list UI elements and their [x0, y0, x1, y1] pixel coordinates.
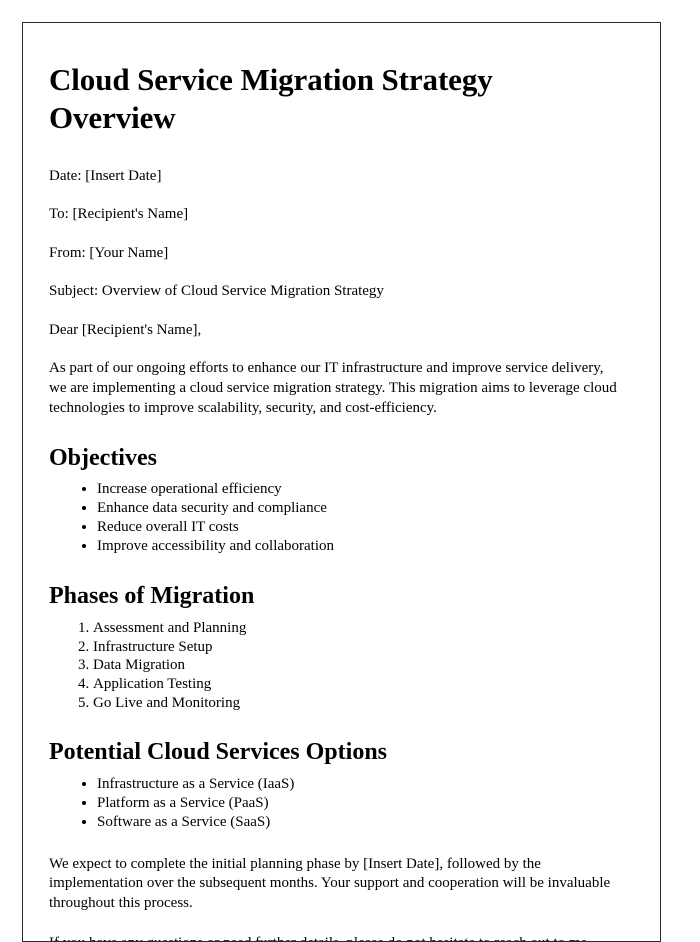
- list-item: Platform as a Service (PaaS): [97, 794, 630, 813]
- document-page: Cloud Service Migration Strategy Overvie…: [22, 22, 661, 942]
- list-item: Increase operational efficiency: [97, 480, 630, 499]
- list-item: Reduce overall IT costs: [97, 518, 630, 537]
- phases-list: Assessment and Planning Infrastructure S…: [49, 619, 630, 713]
- list-item: Data Migration: [93, 656, 630, 675]
- list-item: Improve accessibility and collaboration: [97, 537, 630, 556]
- list-item: Software as a Service (SaaS): [97, 813, 630, 832]
- list-item: Assessment and Planning: [93, 619, 630, 638]
- closing-paragraph-contact: If you have any questions or need furthe…: [49, 934, 623, 941]
- list-item: Infrastructure Setup: [93, 638, 630, 657]
- section-heading-phases-of-migration: Phases of Migration: [49, 582, 255, 609]
- list-item: Enhance data security and compliance: [97, 499, 630, 518]
- meta-date: Date: [Insert Date]: [49, 167, 162, 184]
- meta-from: From: [Your Name]: [49, 244, 169, 261]
- closing-paragraph-timeline: We expect to complete the initial planni…: [49, 855, 611, 912]
- objectives-list: Increase operational efficiency Enhance …: [49, 480, 630, 556]
- intro-paragraph: As part of our ongoing efforts to enhanc…: [49, 360, 617, 416]
- letter-metadata: Date: [Insert Date] To: [Recipient's Nam…: [49, 167, 630, 341]
- section-heading-objectives: Objectives: [49, 444, 157, 471]
- list-item: Application Testing: [93, 675, 630, 694]
- section-heading-potential-cloud-services-options: Potential Cloud Services Options: [49, 739, 388, 766]
- page-title: Cloud Service Migration Strategy Overvie…: [49, 62, 493, 135]
- meta-to: To: [Recipient's Name]: [49, 206, 189, 223]
- list-item: Infrastructure as a Service (IaaS): [97, 775, 630, 794]
- document-body: Cloud Service Migration Strategy Overvie…: [23, 23, 660, 941]
- list-item: Go Live and Monitoring: [93, 694, 630, 713]
- cloud-services-options-list: Infrastructure as a Service (IaaS) Platf…: [49, 775, 630, 832]
- salutation: Dear [Recipient's Name],: [49, 321, 202, 338]
- meta-subject: Subject: Overview of Cloud Service Migra…: [49, 283, 384, 300]
